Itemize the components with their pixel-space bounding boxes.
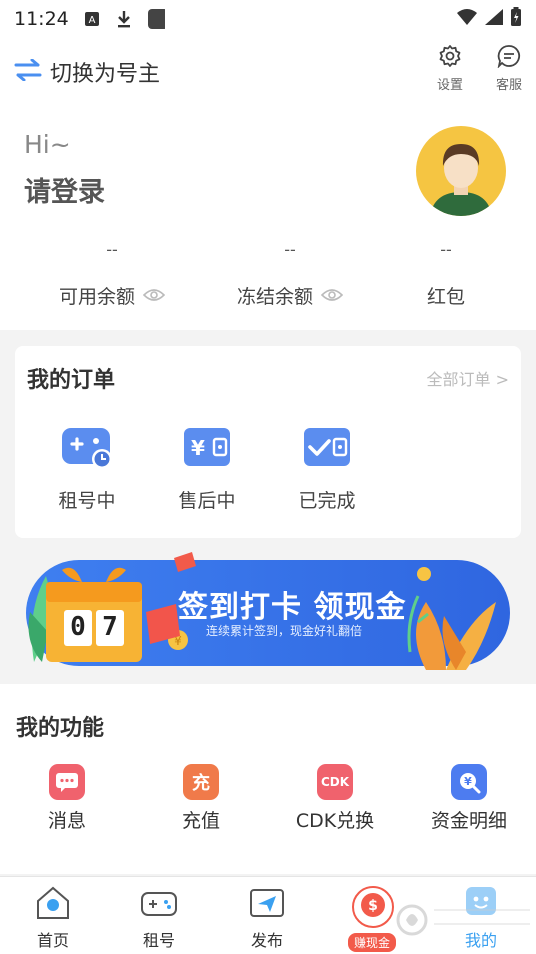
counter-digit: 7 (102, 612, 118, 642)
tab-label: 租号 (142, 931, 175, 950)
balance-label: 红包 (426, 286, 465, 308)
svg-text:¥: ¥ (191, 436, 205, 460)
order-label: 已完成 (298, 490, 356, 512)
function-label: 资金明细 (430, 810, 507, 832)
app-notification-icon (147, 9, 165, 29)
greeting: Hi~ (24, 130, 71, 159)
chat-icon (497, 45, 521, 72)
text-notification-icon: A (83, 10, 101, 28)
status-bar: 11:24 A (0, 0, 536, 38)
tab-label: 首页 (36, 931, 69, 950)
available-balance[interactable]: -- 可用余额 (32, 240, 192, 309)
order-after-sales[interactable]: ¥ 售后中 (167, 424, 247, 513)
svg-text:¥: ¥ (464, 775, 472, 788)
eye-icon[interactable] (142, 285, 166, 307)
switch-role-button[interactable]: 切换为号主 (14, 56, 160, 88)
balance-value: -- (440, 240, 452, 259)
balance-label: 可用余额 (58, 286, 135, 308)
function-messages[interactable]: 消息 (12, 764, 122, 833)
order-completed[interactable]: 已完成 (287, 424, 367, 513)
login-prompt[interactable]: 请登录 (24, 170, 105, 209)
eye-icon[interactable] (320, 285, 344, 307)
svg-text:$: $ (368, 898, 378, 914)
all-orders-link[interactable]: 全部订单 > (427, 366, 510, 390)
switch-icon (14, 58, 42, 85)
red-packet-balance[interactable]: -- 红包 (366, 240, 526, 309)
frozen-balance[interactable]: -- 冻结余额 (210, 240, 370, 309)
banner-subtitle: 连续累计签到，现金好礼翻倍 (206, 624, 363, 638)
signal-icon (484, 8, 504, 30)
function-cdk-exchange[interactable]: CDK CDK兑换 (280, 764, 390, 833)
paper-plane-icon (248, 889, 286, 925)
tab-label: 发布 (250, 931, 283, 950)
tab-publish[interactable]: 发布 (232, 885, 302, 951)
orders-title: 我的订单 (27, 368, 116, 393)
counter-digit: 0 (70, 612, 86, 642)
order-label: 售后中 (178, 490, 236, 512)
checkin-banner[interactable]: ¥ 0 7 签到打卡 领现金 连续累计签到，现金好礼翻倍 (26, 552, 514, 670)
function-fund-details[interactable]: ¥ 资金明细 (414, 764, 524, 833)
wallet-yen-icon: ¥ (180, 428, 234, 474)
my-orders-card: 我的订单 全部订单 > 租号中 ¥ 售后中 已完成 (15, 346, 521, 538)
settings-label: 设置 (436, 78, 463, 93)
watermark-logo (396, 890, 536, 950)
message-icon (49, 764, 85, 800)
tab-rent[interactable]: 租号 (124, 885, 194, 951)
balance-value: -- (284, 240, 296, 259)
profile-section: Hi~ 请登录 -- 可用余额 -- 冻结余额 -- 红包 (0, 100, 536, 330)
balance-label: 冻结余额 (236, 286, 313, 308)
gamepad-clock-icon (60, 428, 114, 474)
wifi-icon (456, 8, 478, 30)
switch-role-label: 切换为号主 (50, 62, 161, 87)
settings-button[interactable]: 设置 (430, 44, 470, 93)
top-bar: 切换为号主 设置 客服 (0, 38, 536, 100)
customer-service-button[interactable]: 客服 (489, 44, 529, 93)
order-label: 租号中 (58, 490, 116, 512)
functions-title: 我的功能 (16, 716, 105, 741)
recharge-icon: 充 (183, 764, 219, 800)
customer-service-label: 客服 (495, 78, 522, 93)
gear-icon (438, 45, 462, 72)
battery-icon (510, 7, 522, 31)
cdk-icon: CDK (317, 764, 353, 800)
download-icon (115, 10, 133, 28)
svg-text:A: A (88, 15, 95, 26)
status-time: 11:24 (14, 8, 69, 30)
tab-home[interactable]: 首页 (18, 885, 88, 951)
my-functions-section: 我的功能 消息 充 充值 CDK CDK兑换 ¥ 资金明细 (0, 684, 536, 874)
home-icon (34, 886, 72, 925)
function-label: 消息 (47, 810, 86, 832)
function-label: CDK兑换 (295, 810, 375, 832)
avatar[interactable] (416, 126, 506, 216)
tab-label-badge: 赚现金 (348, 933, 397, 952)
balance-value: -- (106, 240, 118, 259)
gamepad-icon (140, 892, 178, 925)
function-label: 充值 (181, 810, 220, 832)
wallet-check-icon (300, 428, 354, 474)
order-renting[interactable]: 租号中 (47, 424, 127, 513)
banner-title: 签到打卡 领现金 (178, 590, 407, 625)
function-recharge[interactable]: 充 充值 (146, 764, 256, 833)
fund-search-icon: ¥ (451, 764, 487, 800)
